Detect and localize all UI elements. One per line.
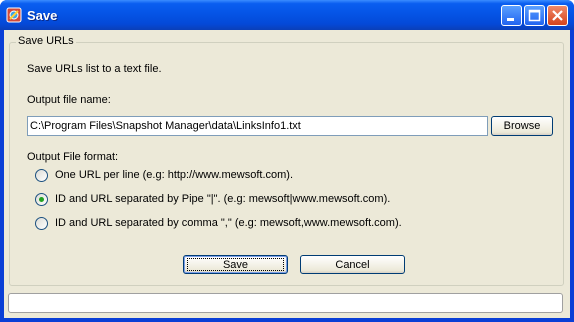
close-icon xyxy=(552,10,563,21)
radio-label: ID and URL separated by comma "," (e.g: … xyxy=(55,217,402,229)
title-bar[interactable]: Save xyxy=(0,0,574,30)
save-button[interactable]: Save xyxy=(183,255,288,274)
dialog-window: Save Save URLs Save URLs list to a text … xyxy=(0,0,574,322)
dialog-body: Save URLs Save URLs list to a text file.… xyxy=(4,30,570,318)
app-icon[interactable] xyxy=(6,7,22,23)
format-label: Output File format: xyxy=(27,151,119,163)
output-file-input[interactable] xyxy=(27,116,488,136)
maximize-icon xyxy=(528,9,541,22)
browse-button[interactable]: Browse xyxy=(491,116,553,136)
radio-button[interactable] xyxy=(35,217,48,230)
save-urls-group: Save URLs Save URLs list to a text file.… xyxy=(9,35,564,286)
group-legend: Save URLs xyxy=(16,35,76,47)
radio-label: One URL per line (e.g: http://www.mewsof… xyxy=(55,169,294,181)
radio-label: ID and URL separated by Pipe "|". (e.g: … xyxy=(55,193,391,205)
minimize-icon xyxy=(507,18,514,21)
maximize-button[interactable] xyxy=(524,5,545,26)
radio-button[interactable] xyxy=(35,169,48,182)
radio-button-selected[interactable] xyxy=(35,193,48,206)
close-button[interactable] xyxy=(547,5,568,26)
save-button-label: Save xyxy=(187,258,284,271)
window-title: Save xyxy=(27,8,58,23)
description-text: Save URLs list to a text file. xyxy=(27,63,162,75)
radio-selected-dot xyxy=(39,197,44,202)
cancel-button[interactable]: Cancel xyxy=(300,255,405,274)
output-file-label: Output file name: xyxy=(27,94,111,106)
minimize-button[interactable] xyxy=(501,5,522,26)
status-bar xyxy=(8,293,563,313)
